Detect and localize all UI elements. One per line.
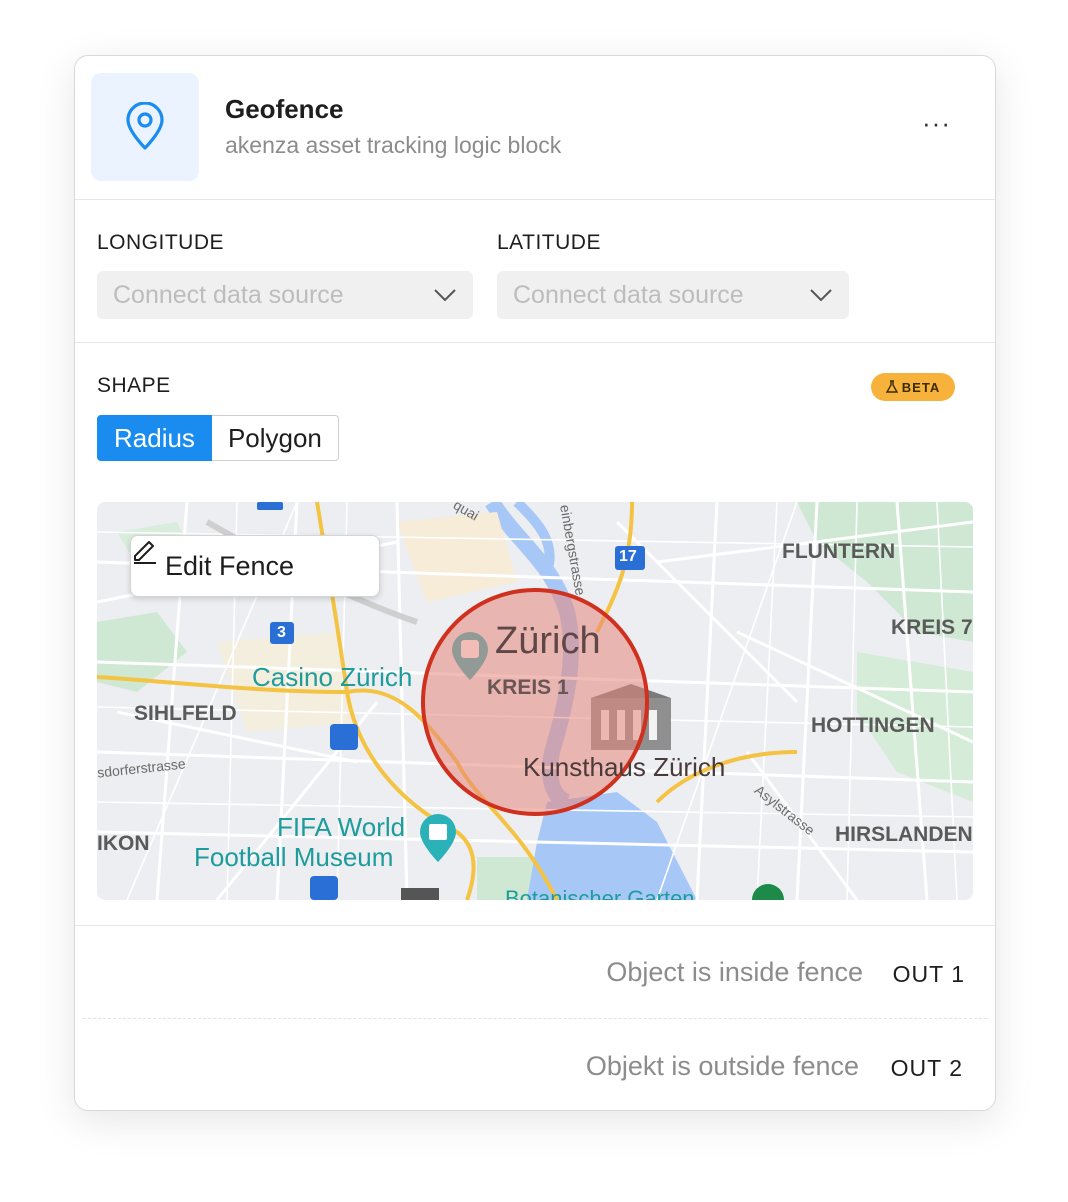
map-label-hirslanden: HIRSLANDEN [835, 823, 973, 846]
latitude-placeholder: Connect data source [513, 280, 744, 309]
longitude-select[interactable]: Connect data source [97, 271, 473, 319]
card-header: Geofence akenza asset tracking logic blo… [75, 56, 995, 200]
block-subtitle: akenza asset tracking logic block [225, 132, 562, 158]
pencil-icon [134, 541, 156, 564]
route-17-shield: 17 [619, 548, 637, 565]
map-label-kreis1: KREIS 1 [487, 676, 569, 699]
shape-toggle: Radius Polygon [97, 415, 339, 461]
output-2-label: Objekt is outside fence [585, 1051, 859, 1081]
beta-label: BETA [901, 379, 941, 395]
longitude-label: LONGITUDE [97, 231, 225, 254]
map-label-fifa-line1: FIFA World [277, 812, 406, 842]
map-label-fluntern: FLUNTERN [782, 540, 896, 563]
coordinate-inputs: LONGITUDE Connect data source LATITUDE C… [75, 200, 995, 343]
block-title: Geofence [225, 94, 344, 124]
longitude-placeholder: Connect data source [113, 280, 344, 309]
edit-fence-button[interactable]: Edit Fence [130, 535, 380, 597]
map-label-fifa-line2: Football Museum [194, 842, 394, 872]
map-label-kreis7: KREIS 7 [891, 616, 973, 639]
map-label-kunsthaus: Kunsthaus Zürich [523, 752, 726, 782]
polygon-option[interactable]: Polygon [211, 415, 339, 461]
output-row-1: Object is inside fence OUT 1 [75, 926, 995, 1020]
output-row-2: Objekt is outside fence OUT 2 [75, 1020, 995, 1110]
latitude-select[interactable]: Connect data source [497, 271, 849, 319]
latitude-label: LATITUDE [497, 231, 601, 254]
map-label-sihlfeld: SIHLFELD [134, 702, 237, 725]
route-3-shield: 3 [277, 624, 286, 641]
map-label-hottingen: HOTTINGEN [811, 714, 935, 737]
output-1-port[interactable]: OUT 1 [893, 961, 965, 988]
chevron-down-icon [810, 289, 832, 302]
output-1-label: Object is inside fence [606, 957, 863, 987]
location-pin-icon [91, 73, 199, 181]
output-2-port[interactable]: OUT 2 [891, 1055, 963, 1082]
radius-option[interactable]: Radius [97, 415, 212, 461]
more-options-button[interactable]: ··· [922, 108, 951, 139]
beta-badge: BETA [871, 373, 955, 401]
shape-section: SHAPE BETA Radius Polygon Zürich KREIS 1… [75, 343, 995, 926]
edit-fence-label: Edit Fence [165, 550, 295, 581]
geofence-card: Geofence akenza asset tracking logic blo… [74, 55, 996, 1111]
map-label-ikon: IKON [97, 832, 150, 855]
flask-icon [885, 380, 898, 393]
output-divider [83, 1018, 987, 1019]
map-label-casino: Casino Zürich [252, 662, 413, 692]
map-label-zurich: Zürich [495, 620, 601, 662]
chevron-down-icon [434, 289, 456, 302]
shape-label: SHAPE [97, 374, 171, 397]
map-label-botanischer: Botanischer Garten [505, 886, 695, 900]
map-view[interactable]: Zürich KREIS 1 Kunsthaus Zürich Casino Z… [97, 502, 973, 900]
